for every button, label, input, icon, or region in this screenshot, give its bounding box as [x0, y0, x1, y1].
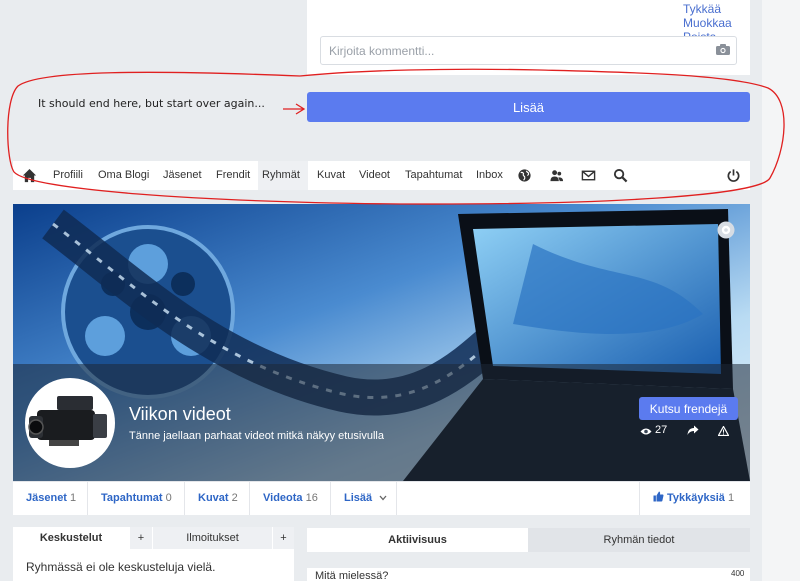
cover-overlay — [13, 364, 750, 481]
group-title: Viikon videot — [129, 404, 231, 424]
friends-icon[interactable] — [549, 168, 564, 183]
nav-item-jasenet[interactable]: Jäsenet — [159, 161, 206, 190]
eye-icon — [640, 428, 652, 435]
group-tabs: Jäsenet 1 Tapahtumat 0 Kuvat 2 Videota 1… — [13, 481, 750, 515]
comment-field-wrapper — [320, 36, 737, 65]
annotation-note: It should end here, but start over again… — [38, 97, 265, 110]
tab-tapahtumat[interactable]: Tapahtumat 0 — [88, 482, 185, 515]
group-avatar[interactable] — [25, 378, 115, 468]
main-navbar: Profiili Oma Blogi Jäsenet Frendit Ryhmä… — [13, 161, 750, 190]
globe-icon[interactable] — [517, 168, 532, 183]
invite-friends-button[interactable]: Kutsu frendejä — [639, 397, 738, 420]
thumbs-up-icon — [653, 491, 664, 502]
view-count: 27 — [655, 424, 668, 436]
edit-link[interactable]: Muokkaa — [683, 16, 732, 30]
camera-icon[interactable] — [716, 44, 730, 55]
tab-keskustelut[interactable]: Keskustelut — [13, 527, 129, 549]
status-input-box[interactable]: Mitä mielessä? — [307, 568, 750, 581]
status-placeholder: Mitä mielessä? — [315, 570, 389, 581]
nav-item-kuvat[interactable]: Kuvat — [313, 161, 349, 190]
tab-kuvat[interactable]: Kuvat 2 — [185, 482, 250, 515]
likes-counter[interactable]: Tykkäyksiä 1 — [639, 482, 750, 515]
tab-lisaa[interactable]: Lisää — [331, 482, 397, 515]
comment-input[interactable] — [321, 37, 699, 64]
tab-aktiivisuus[interactable]: Aktiivisuus — [307, 528, 528, 552]
power-icon[interactable] — [726, 168, 741, 183]
right-edge-strip — [762, 0, 800, 581]
tab-videota[interactable]: Videota 16 — [250, 482, 331, 515]
search-icon[interactable] — [613, 168, 628, 183]
nav-item-profiili[interactable]: Profiili — [49, 161, 87, 190]
empty-discussions-text: Ryhmässä ei ole keskusteluja vielä. — [26, 560, 216, 574]
nav-item-oma-blogi[interactable]: Oma Blogi — [94, 161, 153, 190]
tab-ilmoitukset[interactable]: Ilmoitukset — [153, 527, 272, 549]
like-link[interactable]: Tykkää — [683, 2, 721, 16]
home-icon[interactable] — [22, 168, 37, 183]
group-description: Tänne jaellaan parhaat videot mitkä näky… — [129, 430, 384, 442]
chevron-down-icon — [379, 495, 387, 501]
tab-ryhman-tiedot[interactable]: Ryhmän tiedot — [528, 528, 750, 552]
nav-item-tapahtumat[interactable]: Tapahtumat — [401, 161, 466, 190]
nav-item-frendit[interactable]: Frendit — [212, 161, 254, 190]
add-announcement-button[interactable]: + — [273, 527, 294, 549]
warning-icon[interactable] — [718, 426, 729, 436]
tab-jasenet[interactable]: Jäsenet 1 — [13, 482, 88, 515]
add-button[interactable]: Lisää — [307, 92, 750, 122]
share-icon[interactable] — [687, 425, 699, 436]
nav-item-inbox[interactable]: Inbox — [472, 161, 507, 190]
nav-item-ryhmat[interactable]: Ryhmät — [258, 161, 308, 190]
activity-panel: Aktiivisuus Ryhmän tiedot Mitä mielessä?… — [307, 528, 750, 581]
add-discussion-button[interactable]: + — [130, 527, 152, 549]
camcorder-image — [28, 396, 107, 446]
group-cover: Viikon videot Tänne jaellaan parhaat vid… — [13, 204, 750, 481]
page: Tykkää Muokkaa Poista It should end here… — [0, 0, 762, 581]
mail-icon[interactable] — [581, 168, 596, 183]
char-limit: 400 — [731, 569, 745, 578]
settings-icon[interactable] — [717, 221, 735, 239]
discussions-panel: Keskustelut + Ilmoitukset + Ryhmässä ei … — [13, 527, 294, 581]
nav-item-videot[interactable]: Videot — [355, 161, 394, 190]
